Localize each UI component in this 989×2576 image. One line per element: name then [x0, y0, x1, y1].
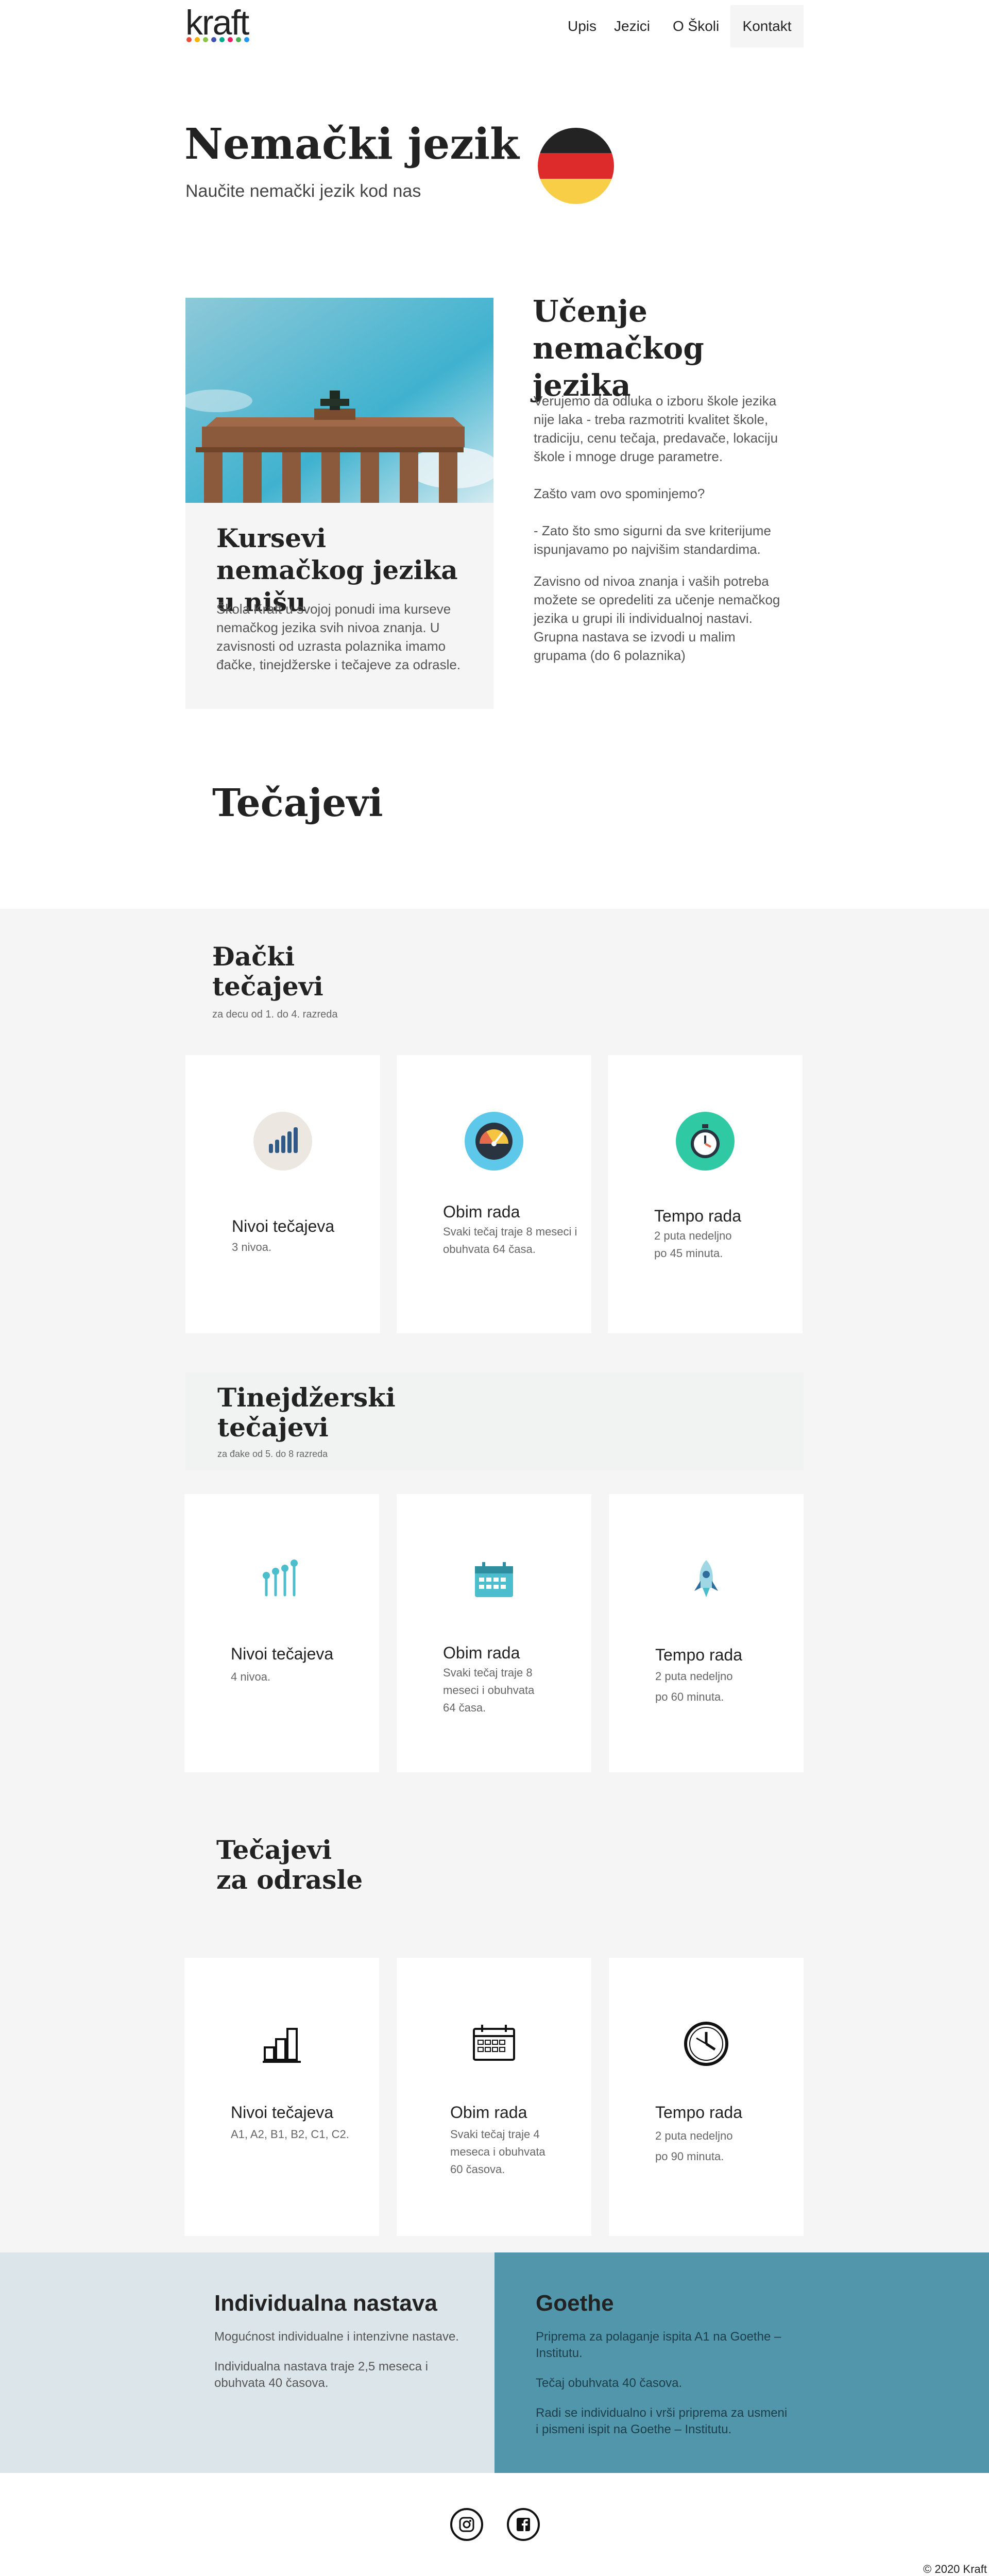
- panel-paragraph: Priprema za polaganje ispita A1 na Goeth…: [536, 2330, 781, 2360]
- equalizer-icon: [252, 1551, 311, 1609]
- rocket-icon: [677, 1551, 736, 1609]
- group-title-dacki: Đački tečajevi: [212, 941, 323, 1002]
- goethe-panel: Goethe Priprema za polaganje ispita A1 n…: [494, 2252, 989, 2473]
- goethe-text: Priprema za polaganje ispita A1 na Goeth…: [536, 2329, 793, 2451]
- logo-dots: [186, 37, 249, 42]
- card-title: Nivoi tečajeva: [231, 2103, 334, 2122]
- individual-text: Mogućnost individualne i intenzivne nast…: [214, 2329, 482, 2405]
- card-text: 3 nivoa.: [232, 1241, 272, 1253]
- nav-upis[interactable]: Upis: [556, 5, 608, 47]
- nav-o-skoli[interactable]: O Školi: [661, 5, 730, 47]
- intro-paragraph: - Zato što smo sigurni da sve kriterijum…: [534, 523, 771, 557]
- card-text: 4 nivoa.: [231, 1670, 271, 1683]
- german-flag-icon: [538, 128, 614, 204]
- group-title-tinejdzerski: Tinejdžerski tečajevi: [217, 1382, 396, 1443]
- card-text: 2 puta nedeljno po 90 minuta.: [655, 2129, 733, 2163]
- instagram-icon[interactable]: [450, 2508, 483, 2541]
- card-title: Obim rada: [450, 2103, 527, 2122]
- intro-heading: Učenje nemačkog jezika: [533, 294, 704, 403]
- bar-chart-icon: [252, 2014, 311, 2073]
- individual-panel: Individualna nastava Mogućnost individua…: [0, 2252, 494, 2473]
- logo[interactable]: kraft: [185, 3, 249, 42]
- course-card: Nivoi tečajeva 4 nivoa.: [184, 1494, 379, 1772]
- panel-paragraph: Tečaj obuhvata 40 časova.: [536, 2376, 683, 2390]
- intro-paragraph: Zavisno od nivoa znanja i vaših potreba …: [534, 573, 780, 663]
- course-card: Obim rada Svaki tečaj traje 8 meseci i o…: [397, 1494, 591, 1772]
- intro-text: Verujemo da odluka o izboru škole jezika…: [534, 392, 786, 683]
- course-card: Nivoi tečajeva 3 nivoa.: [185, 1055, 380, 1333]
- card-text: Svaki tečaj traje 8 meseci i obuhvata 64…: [443, 1225, 577, 1256]
- nav-jezici[interactable]: Jezici: [603, 5, 661, 47]
- stopwatch-icon: [676, 1112, 735, 1171]
- courses-title: Tečajevi: [212, 781, 383, 825]
- card-text: 2 puta nedeljno po 45 minuta.: [654, 1229, 732, 1260]
- card-text: Svaki tečaj traje 8 meseci i obuhvata 64…: [443, 1666, 535, 1714]
- course-card: Nivoi tečajeva A1, A2, B1, B2, C1, C2.: [184, 1958, 379, 2236]
- individual-title: Individualna nastava: [214, 2291, 437, 2316]
- group-subtitle: za đake od 5. do 8 razreda: [217, 1449, 328, 1459]
- card-text: A1, A2, B1, B2, C1, C2.: [231, 2128, 349, 2141]
- clock-icon: [677, 2014, 736, 2073]
- panel-paragraph: Mogućnost individualne i intenzivne nast…: [214, 2330, 459, 2344]
- card-title: Obim rada: [443, 1643, 520, 1662]
- panel-paragraph: Individualna nastava traje 2,5 meseca i …: [214, 2360, 428, 2390]
- page-subtitle: Naučite nemački jezik kod nas: [185, 181, 421, 201]
- group-subtitle: za decu od 1. do 4. razreda: [212, 1009, 338, 1020]
- course-card: Tempo rada 2 puta nedeljno po 45 minuta.: [608, 1055, 803, 1333]
- course-card: Obim rada Svaki tečaj traje 4 meseca i o…: [397, 1958, 591, 2236]
- intro-paragraph: Verujemo da odluka o izboru škole jezika…: [534, 393, 778, 464]
- facebook-icon[interactable]: [507, 2508, 540, 2541]
- calendar-icon: [465, 1551, 523, 1609]
- card-title: Nivoi tečajeva: [232, 1217, 335, 1235]
- card-title: Tempo rada: [655, 2103, 742, 2122]
- intro-card: Kursevi nemačkog jezika u nišu Škola Kra…: [185, 298, 493, 709]
- intro-paragraph: Zašto vam ovo spominjemo?: [534, 486, 705, 501]
- card-title: Tempo rada: [655, 1646, 742, 1664]
- course-card: Tempo rada 2 puta nedeljno po 90 minuta.: [609, 1958, 804, 2236]
- card-title: Obim rada: [443, 1202, 520, 1221]
- copyright: © 2020 Kraft: [923, 2563, 987, 2575]
- card-text: Svaki tečaj traje 4 meseca i obuhvata 60…: [450, 2128, 545, 2176]
- brandenburg-gate-image: [185, 298, 493, 503]
- page-title: Nemački jezik: [184, 120, 519, 169]
- card-title: Tempo rada: [654, 1207, 741, 1225]
- course-card: Tempo rada 2 puta nedeljno po 60 minuta.: [609, 1494, 804, 1772]
- nav-kontakt[interactable]: Kontakt: [730, 5, 804, 47]
- panel-paragraph: Radi se individualno i vrši priprema za …: [536, 2406, 788, 2436]
- course-card: Obim rada Svaki tečaj traje 8 meseci i o…: [397, 1055, 591, 1333]
- calendar-outline-icon: [465, 2014, 523, 2073]
- card-title: Nivoi tečajeva: [231, 1645, 334, 1663]
- intro-card-text: Škola Kraft u svojoj ponudi ima kurseve …: [216, 601, 461, 672]
- goethe-title: Goethe: [536, 2291, 614, 2316]
- group-title-odrasle: Tečajevi za odrasle: [216, 1835, 363, 1895]
- gauge-icon: [465, 1112, 523, 1171]
- signal-bars-icon: [253, 1112, 312, 1171]
- card-text: 2 puta nedeljno po 60 minuta.: [655, 1670, 733, 1703]
